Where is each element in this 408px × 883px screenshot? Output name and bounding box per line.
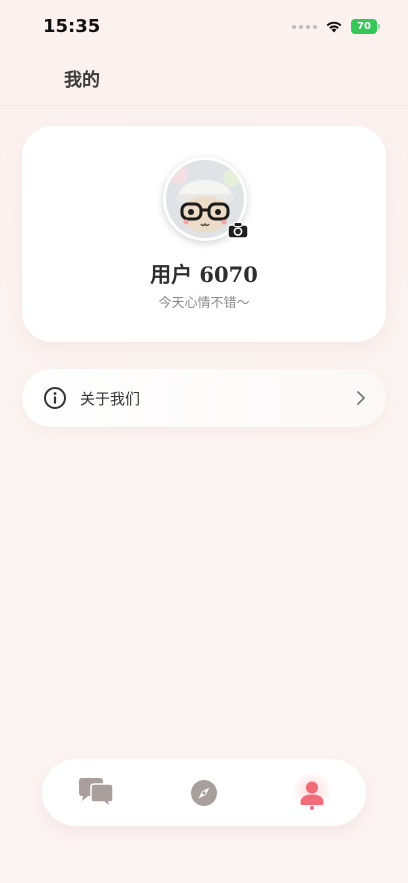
battery-level: 70 bbox=[357, 21, 371, 32]
about-us-label: 关于我们 bbox=[80, 390, 141, 408]
nav-me[interactable] bbox=[272, 759, 352, 826]
page-title: 我的 bbox=[64, 70, 100, 91]
battery-icon: 70 bbox=[351, 19, 377, 34]
about-us-row[interactable]: 关于我们 bbox=[22, 369, 386, 427]
status-time: 15:35 bbox=[43, 16, 101, 37]
bottom-nav bbox=[42, 759, 366, 826]
profile-card: 用户 6070 今天心情不错～ bbox=[22, 126, 386, 342]
camera-icon[interactable] bbox=[227, 221, 249, 239]
username: 用户 6070 bbox=[150, 262, 258, 287]
status-bar: 15:35 70 bbox=[0, 0, 408, 54]
person-icon bbox=[300, 781, 324, 805]
status-indicators: 70 bbox=[292, 19, 380, 34]
wifi-icon bbox=[326, 21, 342, 33]
header-divider bbox=[0, 105, 408, 106]
active-indicator-dot bbox=[310, 806, 314, 810]
chat-bubbles-icon bbox=[79, 777, 114, 809]
battery-indicator: 70 bbox=[351, 19, 380, 34]
avatar-wrapper[interactable] bbox=[163, 157, 249, 241]
user-bio: 今天心情不错～ bbox=[158, 296, 250, 311]
compass-icon bbox=[191, 779, 217, 806]
nav-discover[interactable] bbox=[164, 759, 244, 826]
chevron-right-icon bbox=[357, 391, 365, 405]
signal-icon bbox=[292, 24, 317, 29]
info-icon bbox=[44, 387, 66, 409]
nav-chat[interactable] bbox=[56, 759, 136, 826]
